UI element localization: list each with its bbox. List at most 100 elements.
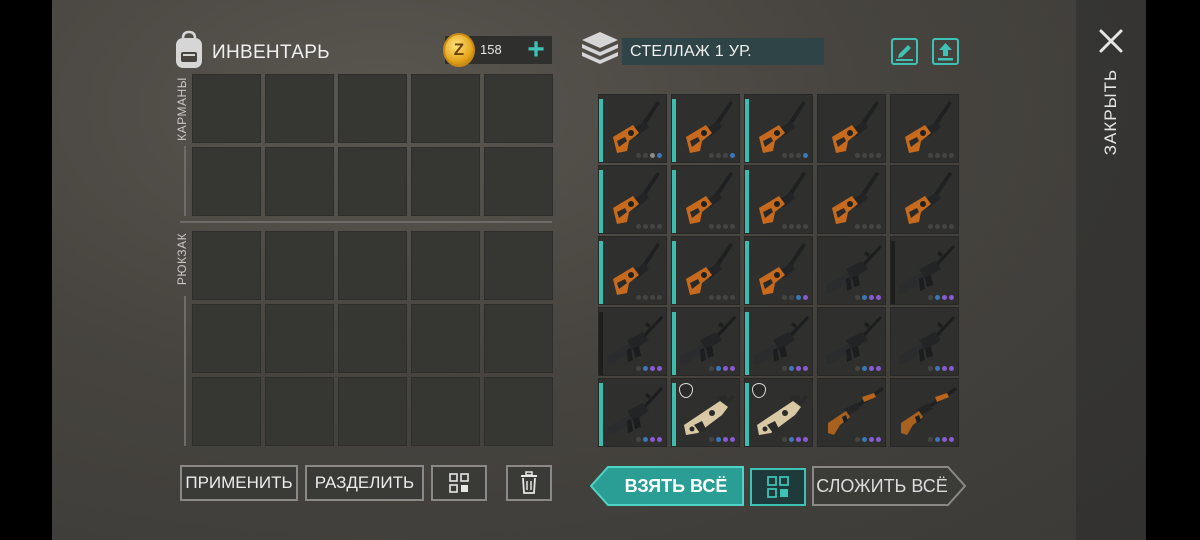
stash-item-pistol[interactable] [598,94,667,163]
backpack-slot[interactable] [484,377,553,446]
close-label[interactable]: ЗАКРЫТЬ [1101,69,1121,155]
take-all-button[interactable]: ВЗЯТЬ ВСЁ [590,466,744,506]
upgrade-dot [928,366,933,371]
stash-item-shotgun[interactable] [890,378,959,447]
stash-sort-button[interactable] [750,468,806,506]
pocket-slot[interactable] [265,74,334,143]
pistol-icon [613,172,660,224]
stash-item-pistol[interactable] [598,236,667,305]
upgrade-dot [803,437,808,442]
backpack-slot[interactable] [484,304,553,373]
stash-item-shotgun[interactable] [817,378,886,447]
stash-item-rifle[interactable] [598,307,667,376]
stash-item-pistol[interactable] [890,94,959,163]
stash-item-rifle[interactable] [744,307,813,376]
stash-item-pistol[interactable] [890,165,959,234]
upload-button[interactable] [932,38,959,65]
pocket-slot[interactable] [484,147,553,216]
pocket-slot[interactable] [338,74,407,143]
upgrade-dot [876,437,881,442]
upgrade-dot [862,295,867,300]
backpack-slot[interactable] [338,304,407,373]
rifle-icon [607,316,663,364]
split-button[interactable]: РАЗДЕЛИТЬ [305,465,424,501]
backpack-slot[interactable] [192,231,261,300]
upgrade-dot [869,295,874,300]
upgrade-dot [709,295,714,300]
stash-item-bullpup[interactable] [744,378,813,447]
upload-icon[interactable] [934,40,957,63]
backpack-slot[interactable] [265,304,334,373]
pocket-slot[interactable] [192,74,261,143]
stash-item-pistol[interactable] [671,165,740,234]
inventory-header [172,30,206,70]
stash-item-pistol[interactable] [598,165,667,234]
backpack-slot[interactable] [338,231,407,300]
pistol-icon [686,172,733,224]
backpack-slot[interactable] [192,377,261,446]
close-icon[interactable] [1096,26,1126,56]
stash-item-rifle[interactable] [817,307,886,376]
upgrade-dot [803,224,808,229]
apply-button-label: ПРИМЕНИТЬ [185,473,293,492]
backpack-slot[interactable] [411,304,480,373]
upgrade-dots [782,224,808,229]
upgrade-dot [949,153,954,158]
stash-item-pistol[interactable] [817,94,886,163]
stash-item-rifle[interactable] [817,236,886,305]
edit-icon[interactable] [893,40,916,63]
stash-title[interactable]: СТЕЛЛАЖ 1 УР. [622,38,824,65]
stash-item-pistol[interactable] [817,165,886,234]
backpack-label: РЮКЗАК [175,232,190,286]
shotgun-icon [828,387,884,435]
upgrade-dots [636,295,662,300]
stack-all-button[interactable]: СЛОЖИТЬ ВСЁ [812,466,966,506]
add-coins-button[interactable]: + [522,35,550,65]
stash-item-rifle[interactable] [671,307,740,376]
pocket-slot[interactable] [192,147,261,216]
apply-button[interactable]: ПРИМЕНИТЬ [180,465,298,501]
close-label-wrap[interactable]: ЗАКРЫТЬ [1096,62,1126,162]
upgrade-dot [636,437,641,442]
upgrade-dot [869,224,874,229]
close-button[interactable] [1096,26,1126,56]
upgrade-dot [928,224,933,229]
backpack-slot[interactable] [265,377,334,446]
pocket-slot[interactable] [411,74,480,143]
upgrade-dot [709,437,714,442]
upgrade-dot [803,295,808,300]
upgrade-dot [935,437,940,442]
backpack-slot[interactable] [265,231,334,300]
stack-all-label: СЛОЖИТЬ ВСЁ [816,475,948,496]
backpack-slot[interactable] [192,304,261,373]
stash-item-rifle[interactable] [598,378,667,447]
upgrade-dot [949,224,954,229]
stash-item-bullpup[interactable] [671,378,740,447]
stash-item-pistol[interactable] [744,236,813,305]
trash-button[interactable] [506,465,552,501]
stash-item-rifle[interactable] [890,236,959,305]
inventory-sort-button[interactable] [431,465,487,501]
right-letterbox [1146,0,1200,540]
pocket-slot[interactable] [411,147,480,216]
stash-item-rifle[interactable] [890,307,959,376]
backpack-slot[interactable] [484,231,553,300]
stash-item-pistol[interactable] [671,94,740,163]
stash-item-pistol[interactable] [744,165,813,234]
upgrade-dot [716,437,721,442]
pocket-slot[interactable] [265,147,334,216]
upgrade-dot [643,437,648,442]
rename-stash-button[interactable] [891,38,918,65]
upgrade-dot [796,366,801,371]
backpack-slot[interactable] [411,377,480,446]
stash-item-pistol[interactable] [744,94,813,163]
backpack-slot[interactable] [338,377,407,446]
stash-item-pistol[interactable] [671,236,740,305]
pocket-slot[interactable] [338,147,407,216]
upgrade-dots [709,366,735,371]
upgrade-dot [935,153,940,158]
upgrade-dot [716,153,721,158]
pocket-slot[interactable] [484,74,553,143]
backpack-slot[interactable] [411,231,480,300]
upgrade-dot [942,295,947,300]
